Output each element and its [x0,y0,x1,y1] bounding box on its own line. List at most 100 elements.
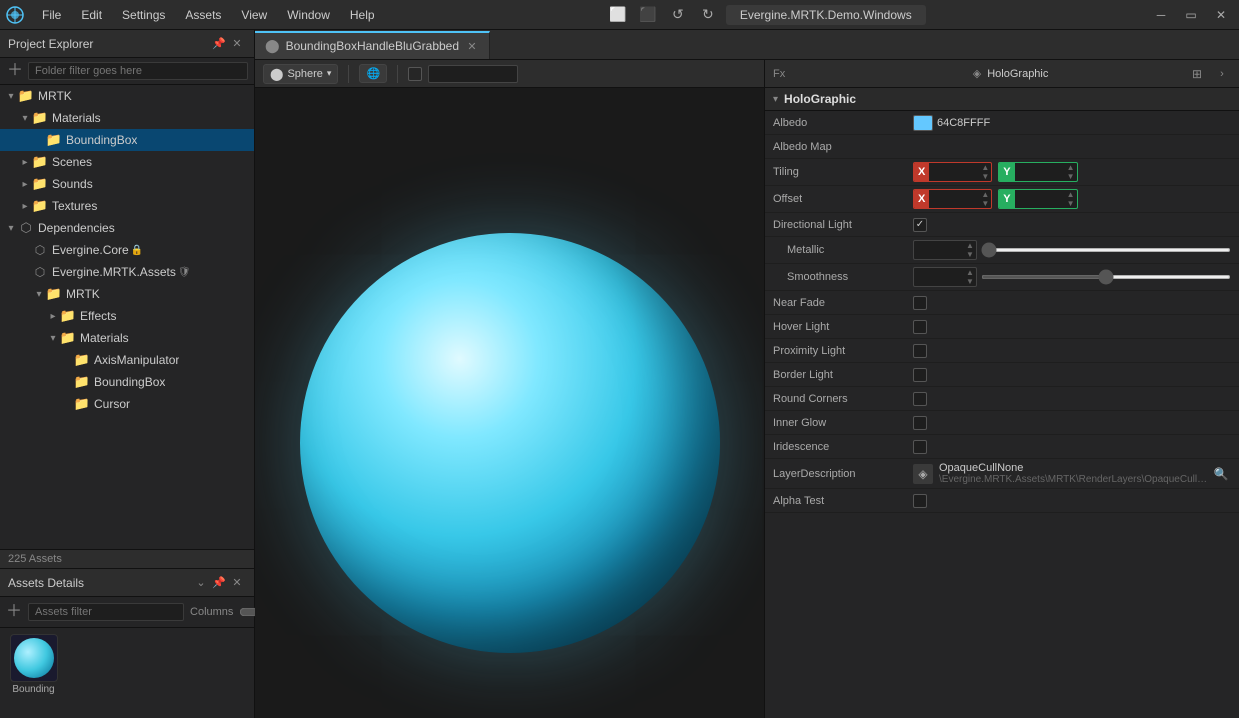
maximize-button[interactable]: ▭ [1177,4,1205,26]
smoothness-field[interactable]: 0.500 [914,271,964,283]
tiling-x-spinner[interactable]: ▲ ▼ [979,163,991,181]
tree-item-boundingbox2[interactable]: 📁 BoundingBox [0,371,254,393]
tiling-y-input[interactable]: Y 1.000 ▲ ▼ [998,162,1077,182]
close-button[interactable]: ✕ [1207,4,1235,26]
metallic-up[interactable]: ▲ [964,241,976,250]
assets-details-collapse[interactable]: ⌄ [192,574,210,592]
minimize-button[interactable]: ─ [1147,4,1175,26]
offset-x-field[interactable]: 0.000 [929,193,979,205]
proximity-light-checkbox[interactable] [913,344,927,358]
assets-filter-input[interactable] [28,603,184,621]
menu-settings[interactable]: Settings [112,5,175,25]
props-grid-icon[interactable]: ⊞ [1187,64,1207,84]
tree-item-boundingbox[interactable]: 📁 BoundingBox [0,129,254,151]
menu-window[interactable]: Window [277,5,340,25]
offset-x-down[interactable]: ▼ [979,199,991,208]
tiling-x-input[interactable]: X 1.000 ▲ ▼ [913,162,992,182]
proximity-light-label: Proximity Light [773,345,913,357]
menu-file[interactable]: File [32,5,71,25]
tiling-x-down[interactable]: ▼ [979,172,991,181]
offset-y-down[interactable]: ▼ [1065,199,1077,208]
tiling-y-field[interactable]: 1.000 [1015,166,1065,178]
tree-item-materials2[interactable]: 📁 Materials [0,327,254,349]
offset-y-spinner[interactable]: ▲ ▼ [1065,190,1077,208]
tree-label-boundingbox: BoundingBox [66,133,137,147]
tab-bounding[interactable]: ⬤ BoundingBoxHandleBluGrabbed ✕ [255,31,490,59]
tree-item-evergine-core[interactable]: ⬡ Evergine.Core 🔒 [0,239,254,261]
border-light-checkbox[interactable] [913,368,927,382]
tree-item-axismanipulator[interactable]: 📁 AxisManipulator [0,349,254,371]
assets-details-pin[interactable]: 📌 [210,574,228,592]
redo-icon[interactable]: ↻ [696,3,720,27]
props-collapse-right[interactable]: › [1213,65,1231,83]
tree-item-evergine-mrtk[interactable]: ⬡ Evergine.MRTK.Assets 🛡 [0,261,254,283]
add-asset-button[interactable]: ＋ [6,603,22,621]
offset-y-up[interactable]: ▲ [1065,190,1077,199]
round-corners-checkbox[interactable] [913,392,927,406]
env-button[interactable]: 🌐 [359,64,387,83]
metallic-down[interactable]: ▼ [964,250,976,259]
metallic-slider[interactable] [981,248,1231,252]
project-explorer-close[interactable]: ✕ [228,35,246,53]
inner-glow-checkbox[interactable] [913,416,927,430]
tiling-x-field[interactable]: 1.000 [929,166,979,178]
albedo-map-label: Albedo Map [773,141,913,153]
tree-item-materials[interactable]: 📁 Materials [0,107,254,129]
tree-item-effects[interactable]: 📁 Effects [0,305,254,327]
menu-edit[interactable]: Edit [71,5,112,25]
menu-view[interactable]: View [231,5,277,25]
save-icon[interactable]: ⬜ [606,3,630,27]
smoothness-slider[interactable] [981,275,1231,279]
tiling-y-down[interactable]: ▼ [1065,172,1077,181]
folder-filter-input[interactable] [28,62,248,80]
metallic-input[interactable]: 0.000 ▲ ▼ [913,240,977,260]
tree-item-sounds[interactable]: 📁 Sounds [0,173,254,195]
smoothness-up[interactable]: ▲ [964,268,976,277]
albedo-color-swatch[interactable] [913,115,933,131]
shape-selector[interactable]: ⬤ Sphere ▾ [263,64,338,84]
tree-item-textures[interactable]: 📁 Textures [0,195,254,217]
holographic-section[interactable]: ▾ HoloGraphic [765,88,1239,111]
folder-icon-boundingbox: 📁 [46,132,62,148]
tiling-x-up[interactable]: ▲ [979,163,991,172]
smoothness-input[interactable]: 0.500 ▲ ▼ [913,267,977,287]
asset-thumb-bounding[interactable]: Bounding [6,634,61,712]
prop-near-fade: Near Fade [765,291,1239,315]
save-all-icon[interactable]: ⬛ [636,3,660,27]
add-folder-button[interactable]: ＋ [6,62,24,80]
tree-item-mrtk2[interactable]: 📁 MRTK [0,283,254,305]
tree-item-mrtk[interactable]: 📁 MRTK [0,85,254,107]
asset-thumb-img-bounding [10,634,58,682]
offset-x-spinner[interactable]: ▲ ▼ [979,190,991,208]
menu-assets[interactable]: Assets [175,5,231,25]
inner-glow-label: Inner Glow [773,417,913,429]
directional-light-checkbox[interactable] [913,218,927,232]
offset-y-input[interactable]: Y 0.000 ▲ ▼ [998,189,1077,209]
alpha-test-checkbox[interactable] [913,494,927,508]
metallic-field[interactable]: 0.000 [914,244,964,256]
hover-light-checkbox[interactable] [913,320,927,334]
tree-item-cursor[interactable]: 📁 Cursor [0,393,254,415]
near-fade-checkbox[interactable] [913,296,927,310]
tree-item-scenes[interactable]: 📁 Scenes [0,151,254,173]
undo-icon[interactable]: ↺ [666,3,690,27]
project-explorer-pin[interactable]: 📌 [210,35,228,53]
layer-search-button[interactable]: 🔍 [1211,464,1231,484]
tree-item-dependencies[interactable]: ⬡ Dependencies [0,217,254,239]
smoothness-down[interactable]: ▼ [964,277,976,286]
offset-y-field[interactable]: 0.000 [1015,193,1065,205]
offset-x-up[interactable]: ▲ [979,190,991,199]
tiling-y-spinner[interactable]: ▲ ▼ [1065,163,1077,181]
bg-color-swatch[interactable] [408,67,422,81]
assets-details-close[interactable]: ✕ [228,574,246,592]
metallic-spinner[interactable]: ▲ ▼ [964,241,976,259]
menu-help[interactable]: Help [340,5,385,25]
smoothness-spinner[interactable]: ▲ ▼ [964,268,976,286]
bg-hex-input[interactable]: 262626FF [428,65,518,83]
iridescence-checkbox[interactable] [913,440,927,454]
tiling-y-up[interactable]: ▲ [1065,163,1077,172]
tab-close-button[interactable]: ✕ [465,39,479,53]
prop-tiling: Tiling X 1.000 ▲ ▼ Y [765,159,1239,186]
lock-icon-evergine-core: 🔒 [131,245,143,256]
offset-x-input[interactable]: X 0.000 ▲ ▼ [913,189,992,209]
